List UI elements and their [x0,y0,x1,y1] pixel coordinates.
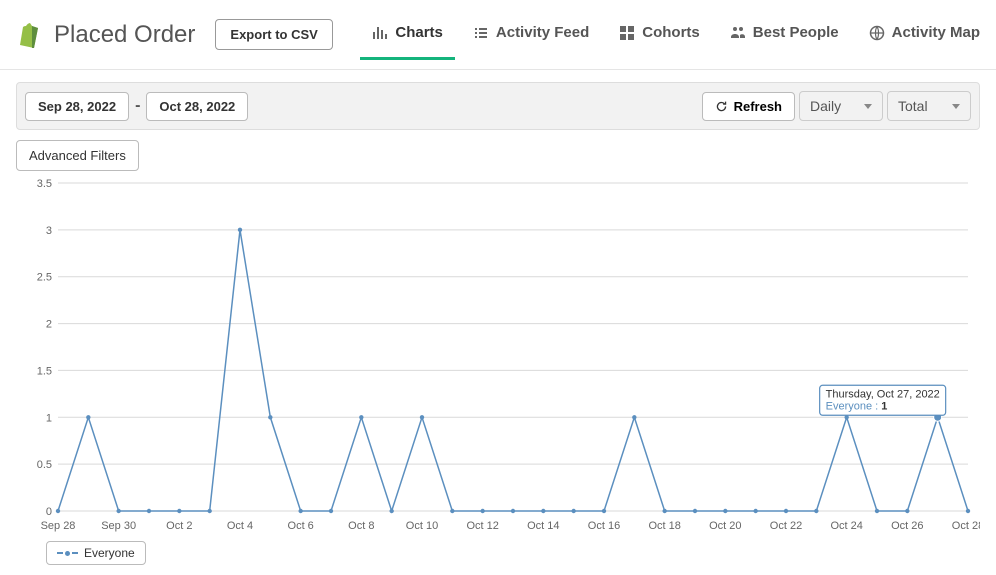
svg-text:Oct 4: Oct 4 [227,520,253,532]
legend-series-name: Everyone [84,546,135,560]
svg-text:Oct 28: Oct 28 [952,520,980,532]
chart-legend[interactable]: Everyone [46,541,146,565]
svg-text:Thursday, Oct 27, 2022: Thursday, Oct 27, 2022 [826,388,940,400]
svg-text:Sep 30: Sep 30 [101,520,136,532]
svg-text:Sep 28: Sep 28 [41,520,76,532]
tab-label: Activity Map [892,24,980,41]
svg-text:Oct 20: Oct 20 [709,520,741,532]
svg-text:1: 1 [46,412,52,424]
svg-text:Oct 14: Oct 14 [527,520,559,532]
tabs: Charts Activity Feed Cohorts Best People… [372,10,980,59]
svg-text:Oct 18: Oct 18 [648,520,680,532]
people-icon [730,25,746,41]
svg-text:0.5: 0.5 [37,459,52,471]
svg-text:3.5: 3.5 [37,178,52,190]
tab-label: Cohorts [642,24,700,41]
toolbar: Sep 28, 2022 - Oct 28, 2022 Refresh Dail… [16,82,980,130]
svg-text:Oct 8: Oct 8 [348,520,374,532]
svg-text:Everyone : 1: Everyone : 1 [826,400,888,412]
tab-label: Best People [753,24,839,41]
refresh-icon [715,100,728,113]
line-chart[interactable]: 0 0.5 1 1.5 2 2.5 3 3.5 Sep 28 Sep 30 Oct 2 Oct 4 Oc… [16,177,980,537]
page-title: Placed Order [54,21,195,49]
legend-marker-icon [57,551,78,556]
header-bar: Placed Order Export to CSV Charts Activi… [0,0,996,70]
tab-cohorts[interactable]: Cohorts [619,10,700,59]
svg-text:3: 3 [46,225,52,237]
tab-charts[interactable]: Charts [372,10,443,59]
chevron-down-icon [952,104,960,109]
tab-activity-feed[interactable]: Activity Feed [473,10,589,59]
svg-text:Oct 26: Oct 26 [891,520,923,532]
tab-activity-map[interactable]: Activity Map [869,10,980,59]
svg-text:Oct 24: Oct 24 [830,520,862,532]
svg-text:2: 2 [46,319,52,331]
grid-icon [619,25,635,41]
select-value: Total [898,98,928,114]
tab-best-people[interactable]: Best People [730,10,839,59]
granularity-select[interactable]: Daily [799,91,883,121]
date-range-separator: - [133,97,142,115]
svg-text:Oct 22: Oct 22 [770,520,802,532]
svg-text:Oct 16: Oct 16 [588,520,620,532]
tab-label: Charts [395,24,443,41]
chart-area: 0 0.5 1 1.5 2 2.5 3 3.5 Sep 28 Sep 30 Oct 2 Oct 4 Oc… [0,171,996,575]
svg-text:Oct 10: Oct 10 [406,520,438,532]
select-value: Daily [810,98,841,114]
tab-label: Activity Feed [496,24,589,41]
svg-text:Oct 6: Oct 6 [288,520,314,532]
aggregation-select[interactable]: Total [887,91,971,121]
globe-icon [869,25,885,41]
chevron-down-icon [864,104,872,109]
svg-text:2.5: 2.5 [37,272,52,284]
advanced-filters-button[interactable]: Advanced Filters [16,140,139,171]
refresh-label: Refresh [734,99,782,114]
shopify-icon [16,21,40,49]
list-icon [473,25,489,41]
refresh-button[interactable]: Refresh [702,92,795,121]
date-end-picker[interactable]: Oct 28, 2022 [146,92,248,121]
export-csv-button[interactable]: Export to CSV [215,19,332,50]
svg-text:Oct 2: Oct 2 [166,520,192,532]
svg-text:Oct 12: Oct 12 [466,520,498,532]
svg-text:0: 0 [46,506,52,518]
bar-chart-icon [372,25,388,41]
svg-text:1.5: 1.5 [37,365,52,377]
date-start-picker[interactable]: Sep 28, 2022 [25,92,129,121]
